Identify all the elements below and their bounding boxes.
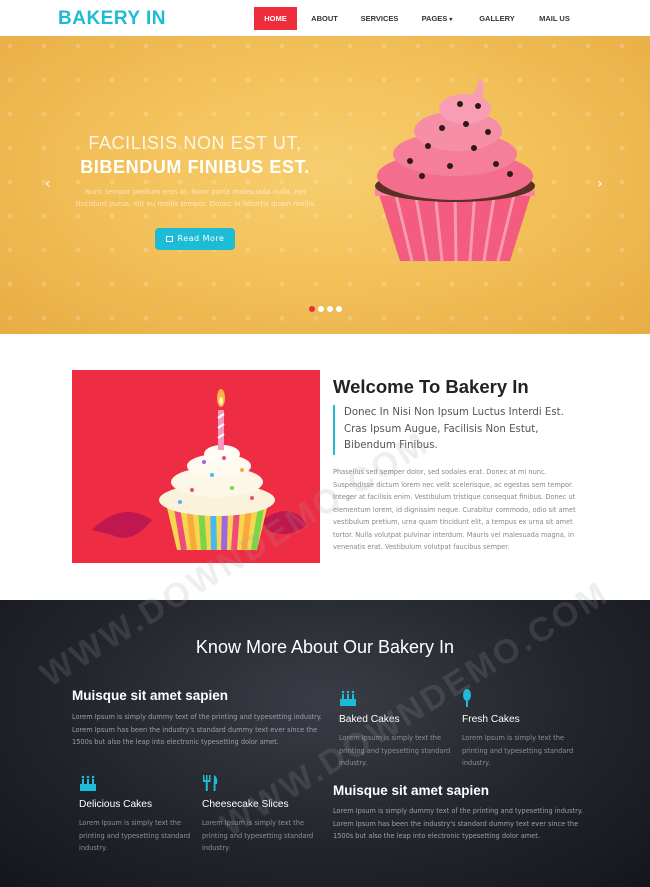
feature-text: Lorem Ipsum is simply text the printing …	[202, 819, 314, 853]
hero-title-line2: BIBENDUM FINIBUS EST.	[80, 157, 310, 177]
slider-dot[interactable]	[309, 306, 315, 312]
main-menu: HOME ABOUT SERVICES PAGES ▾ GALLERY MAIL…	[254, 7, 582, 30]
nav-item-mail-us[interactable]: MAIL US	[527, 7, 582, 30]
slider-dots	[309, 306, 342, 312]
read-more-button[interactable]: Read More	[155, 228, 235, 250]
hero-slider: ‹ › FACILISIS NON EST UT, BIBENDUM FINIB…	[0, 36, 650, 334]
hero-pattern	[0, 36, 650, 334]
chevron-right-icon[interactable]: ›	[597, 176, 603, 192]
book-icon	[165, 235, 173, 242]
feature-name: Delicious Cakes	[79, 799, 153, 810]
about-section: Know More About Our Bakery In Muisque si…	[0, 600, 650, 887]
read-more-label: Read More	[177, 234, 225, 243]
welcome-quote: Donec In Nisi Non Ipsum Luctus Interdi E…	[333, 405, 583, 455]
hero-title-line1: FACILISIS NON EST UT,	[88, 133, 302, 153]
feature-text: Lorem Ipsum is simply text the printing …	[462, 734, 574, 768]
birthday-cake-icon	[80, 775, 96, 791]
feature-name: Baked Cakes	[339, 714, 400, 725]
block1-text: Lorem Ipsum is simply dummy text of the …	[72, 713, 322, 747]
about-title: Know More About Our Bakery In	[195, 637, 455, 657]
chevron-left-icon[interactable]: ‹	[45, 176, 51, 192]
caret-down-icon: ▾	[449, 17, 453, 23]
block2-title: Muisque sit amet sapien	[333, 783, 490, 798]
welcome-body: Phasellus sed semper dolor, sed sodales …	[333, 468, 576, 551]
nav-item-home[interactable]: HOME	[254, 7, 297, 30]
slider-dot[interactable]	[327, 306, 333, 312]
block1-title: Muisque sit amet sapien	[72, 688, 229, 703]
cupcake-image	[375, 76, 535, 262]
ice-lolly-icon	[463, 689, 471, 707]
nav-item-pages-label: PAGES	[421, 14, 448, 23]
hero-description: Nunc tempor pretium eros at. Nunc porta …	[75, 188, 317, 208]
nav-item-about[interactable]: ABOUT	[297, 7, 352, 30]
site-logo[interactable]: BAKERY IN	[58, 8, 166, 30]
top-navbar: BAKERY IN HOME ABOUT SERVICES PAGES ▾ GA…	[0, 0, 650, 36]
nav-item-pages[interactable]: PAGES ▾	[407, 7, 467, 30]
block2-text: Lorem Ipsum is simply dummy text of the …	[333, 807, 583, 841]
slider-dot[interactable]	[336, 306, 342, 312]
feature-text: Lorem Ipsum is simply text the printing …	[79, 819, 191, 853]
feature-name: Fresh Cakes	[462, 714, 520, 725]
cutlery-icon	[203, 775, 218, 791]
feature-name: Cheesecake Slices	[202, 799, 289, 810]
welcome-title: Welcome To Bakery In	[333, 376, 529, 397]
nav-item-gallery[interactable]: GALLERY	[467, 7, 527, 30]
birthday-cake-icon	[340, 690, 356, 706]
feature-text: Lorem Ipsum is simply text the printing …	[339, 734, 451, 768]
birthday-cupcake-image	[72, 370, 320, 563]
slider-dot[interactable]	[318, 306, 324, 312]
nav-item-services[interactable]: SERVICES	[352, 7, 407, 30]
